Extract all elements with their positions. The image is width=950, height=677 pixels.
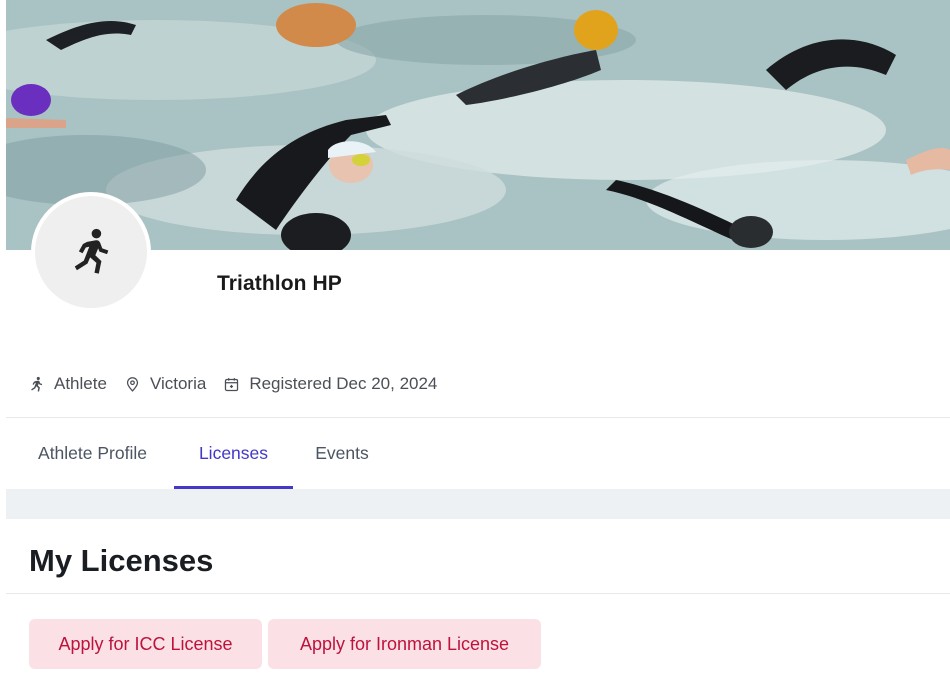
calendar-icon: [225, 377, 239, 391]
divider: [6, 593, 950, 594]
profile-meta: Athlete Victoria Registered Dec 20, 2024: [28, 372, 454, 396]
apply-icc-license-button[interactable]: Apply for ICC License: [29, 619, 262, 669]
tab-events[interactable]: Events: [296, 418, 388, 488]
page: Triathlon HP Athlete Victoria Registered…: [6, 0, 950, 677]
meta-location: Victoria: [124, 374, 206, 394]
content-separator: [6, 489, 950, 519]
tab-bar: Athlete Profile Licenses Events: [6, 418, 950, 488]
cover-image: [6, 0, 950, 250]
tab-licenses[interactable]: Licenses: [174, 418, 293, 488]
runner-icon: [31, 376, 43, 392]
tab-athlete-profile[interactable]: Athlete Profile: [16, 418, 169, 488]
runner-icon: [74, 228, 109, 274]
meta-registered-label: Registered Dec 20, 2024: [249, 374, 438, 393]
apply-ironman-license-button[interactable]: Apply for Ironman License: [268, 619, 541, 669]
location-pin-icon: [126, 376, 139, 392]
meta-role: Athlete: [28, 374, 107, 394]
meta-role-label: Athlete: [54, 374, 107, 393]
avatar: [31, 192, 151, 312]
meta-registered: Registered Dec 20, 2024: [223, 374, 437, 394]
section-title: My Licenses: [29, 543, 214, 578]
profile-name: Triathlon HP: [217, 272, 342, 295]
meta-location-label: Victoria: [149, 374, 207, 393]
